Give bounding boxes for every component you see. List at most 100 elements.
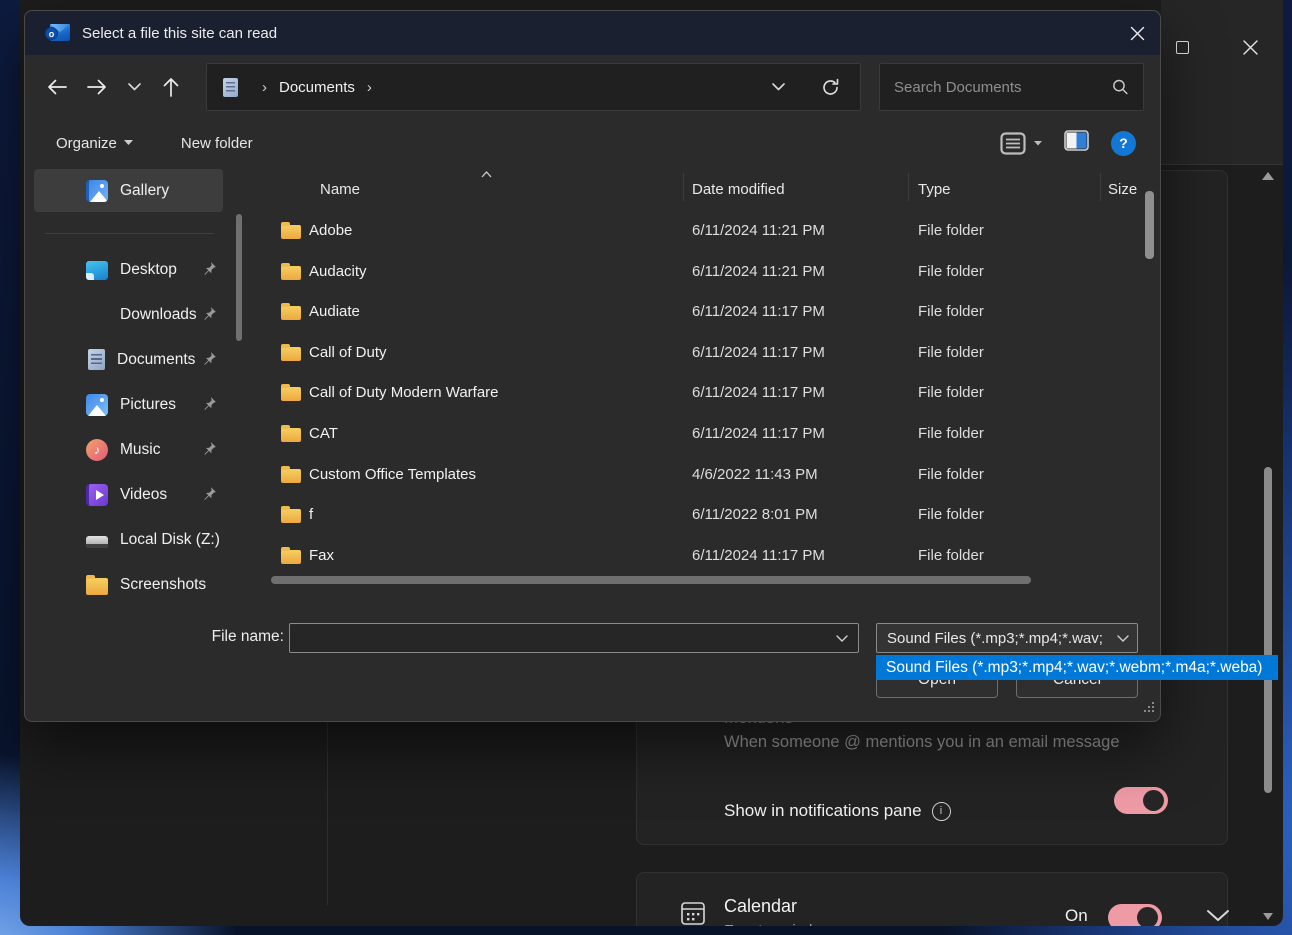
sidebar-item-icon <box>88 349 105 370</box>
sidebar-item-label: Local Disk (Z:) <box>120 531 220 549</box>
expand-chevron-icon[interactable] <box>1205 908 1231 924</box>
calendar-title: Calendar <box>724 896 797 917</box>
file-row[interactable]: CAT 6/11/2024 11:17 PM File folder <box>256 415 1162 456</box>
sidebar-item[interactable]: Desktop <box>25 247 255 292</box>
sidebar-item-icon <box>86 578 108 595</box>
back-button[interactable] <box>37 69 77 105</box>
file-list: Name Date modified Type Size Adobe 6/11/… <box>256 167 1162 596</box>
pin-icon <box>202 261 217 281</box>
pin-icon <box>202 351 217 371</box>
file-type: File folder <box>918 263 984 280</box>
sidebar-separator <box>45 233 214 234</box>
file-row[interactable]: Custom Office Templates 4/6/2022 11:43 P… <box>256 456 1162 497</box>
column-divider[interactable] <box>683 173 684 201</box>
file-row[interactable]: Fax 6/11/2024 11:17 PM File folder <box>256 537 1162 578</box>
file-row[interactable]: Call of Duty Modern Warfare 6/11/2024 11… <box>256 374 1162 415</box>
file-row[interactable]: Audiate 6/11/2024 11:17 PM File folder <box>256 293 1162 334</box>
sidebar-item[interactable]: Pictures <box>25 382 255 427</box>
sidebar-item[interactable]: Documents <box>25 337 255 382</box>
maximize-button[interactable] <box>1164 30 1200 64</box>
chevron-down-icon[interactable] <box>836 635 848 642</box>
notifications-toggle[interactable] <box>1114 787 1168 814</box>
folder-icon <box>281 306 301 320</box>
up-button[interactable] <box>151 69 191 105</box>
file-date-modified: 6/11/2024 11:21 PM <box>692 263 825 280</box>
file-date-modified: 6/11/2024 11:17 PM <box>692 547 825 564</box>
file-date-modified: 4/6/2022 11:43 PM <box>692 466 818 483</box>
breadcrumb-separator: › <box>262 79 267 96</box>
scroll-down-arrow[interactable] <box>1263 913 1273 920</box>
file-name-combobox[interactable] <box>289 623 859 653</box>
column-header-date-modified[interactable]: Date modified <box>692 181 785 198</box>
list-horizontal-scrollbar-thumb[interactable] <box>271 576 1031 584</box>
help-button[interactable]: ? <box>1111 131 1136 156</box>
address-dropdown-chevron[interactable] <box>772 83 785 91</box>
column-divider[interactable] <box>1100 173 1101 201</box>
view-mode-button[interactable] <box>1000 132 1042 155</box>
preview-pane-icon <box>1064 130 1089 151</box>
file-name-input[interactable] <box>290 630 836 647</box>
sidebar-item[interactable]: Local Disk (Z:) <box>25 517 255 562</box>
settings-scrollbar-thumb[interactable] <box>1264 467 1272 793</box>
file-type: File folder <box>918 425 984 442</box>
sidebar-item-label: Pictures <box>120 396 176 414</box>
column-header-type[interactable]: Type <box>918 181 951 198</box>
file-row[interactable]: Adobe 6/11/2024 11:21 PM File folder <box>256 212 1162 253</box>
file-name: Audacity <box>309 263 367 280</box>
sidebar-item-gallery[interactable]: Gallery <box>34 169 223 212</box>
sidebar-item-label: Downloads <box>120 306 197 324</box>
file-row[interactable]: f 6/11/2022 8:01 PM File folder <box>256 496 1162 537</box>
folder-icon <box>281 387 301 401</box>
organize-button[interactable]: Organize <box>56 135 133 152</box>
dialog-close-button[interactable] <box>1120 16 1154 50</box>
dialog-title: Select a file this site can read <box>82 25 277 42</box>
dialog-titlebar[interactable]: o Select a file this site can read <box>25 11 1160 55</box>
file-row[interactable]: Audacity 6/11/2024 11:21 PM File folder <box>256 253 1162 294</box>
column-header-size[interactable]: Size <box>1108 181 1137 198</box>
list-vertical-scrollbar-thumb[interactable] <box>1145 191 1154 259</box>
settings-header-strip <box>1161 0 1283 165</box>
scroll-up-arrow[interactable] <box>1262 172 1274 180</box>
new-folder-button[interactable]: New folder <box>181 135 253 152</box>
preview-pane-button[interactable] <box>1064 130 1089 156</box>
search-box[interactable] <box>879 63 1144 111</box>
column-divider[interactable] <box>908 173 909 201</box>
mentions-description: When someone @ mentions you in an email … <box>724 733 1120 752</box>
file-type: File folder <box>918 547 984 564</box>
recent-locations-chevron[interactable] <box>117 69 151 105</box>
pin-icon <box>202 306 217 326</box>
file-name-label: File name: <box>145 628 284 646</box>
close-icon <box>1130 26 1145 41</box>
address-bar[interactable]: › Documents › <box>206 63 861 111</box>
chevron-down-icon <box>1117 635 1129 642</box>
sidebar-item-label: Videos <box>120 486 167 504</box>
file-name: Audiate <box>309 303 360 320</box>
info-icon[interactable]: i <box>932 802 951 821</box>
column-header-name[interactable]: Name <box>320 181 360 198</box>
file-name: Call of Duty Modern Warfare <box>309 384 499 401</box>
refresh-icon[interactable] <box>821 78 840 97</box>
question-mark: ? <box>1119 135 1128 151</box>
resize-grip[interactable] <box>1142 701 1155 719</box>
sidebar-item-icon <box>86 439 108 461</box>
sidebar-scrollbar-thumb[interactable] <box>236 214 242 341</box>
file-row[interactable]: Call of Duty 6/11/2024 11:17 PM File fol… <box>256 334 1162 375</box>
file-type-select[interactable]: Sound Files (*.mp3;*.mp4;*.wav; <box>876 623 1138 653</box>
forward-button[interactable] <box>77 69 117 105</box>
file-type-dropdown-option[interactable]: Sound Files (*.mp3;*.mp4;*.wav;*.webm;*.… <box>876 655 1278 680</box>
file-date-modified: 6/11/2024 11:17 PM <box>692 344 825 361</box>
window-close-button[interactable] <box>1232 30 1268 64</box>
sidebar-item-icon <box>86 394 108 416</box>
sidebar-scrollbar[interactable] <box>236 214 242 497</box>
breadcrumb-documents[interactable]: Documents <box>279 79 355 96</box>
sidebar-item[interactable]: Videos <box>25 472 255 517</box>
sidebar-item[interactable]: Music <box>25 427 255 472</box>
sidebar-item-icon <box>86 484 108 506</box>
sidebar-item[interactable]: Downloads <box>25 292 255 337</box>
sidebar-item[interactable]: Screenshots <box>25 562 255 596</box>
navigation-bar: › Documents › <box>25 55 1160 119</box>
search-input[interactable] <box>894 79 1112 96</box>
file-date-modified: 6/11/2024 11:17 PM <box>692 384 825 401</box>
calendar-toggle[interactable] <box>1108 904 1162 926</box>
calendar-icon <box>680 900 706 926</box>
